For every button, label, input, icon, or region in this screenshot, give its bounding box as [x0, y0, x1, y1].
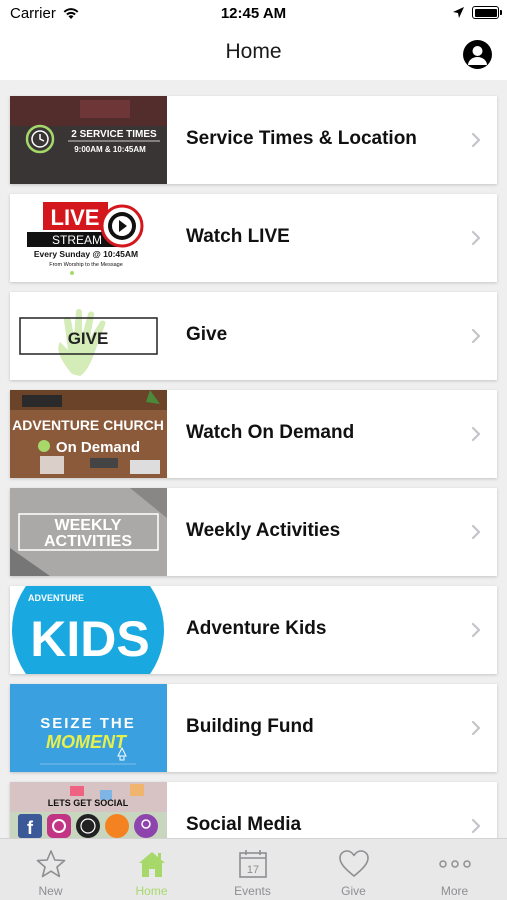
- menu-item-watch-on-demand[interactable]: ADVENTURE CHURCH On Demand Watch On Dema…: [10, 390, 497, 478]
- chevron-right-icon: [471, 132, 481, 148]
- tab-home[interactable]: Home: [101, 839, 202, 900]
- chevron-right-icon: [471, 524, 481, 540]
- menu-item-label: Watch LIVE: [186, 226, 290, 247]
- chevron-right-icon: [471, 818, 481, 834]
- tab-events[interactable]: 17 Events: [202, 839, 303, 900]
- svg-text:MOMENT: MOMENT: [46, 732, 128, 752]
- chevron-right-icon: [471, 328, 481, 344]
- star-icon: [36, 850, 65, 878]
- user-icon: [468, 46, 487, 65]
- chevron-right-icon: [471, 622, 481, 638]
- tab-label: More: [440, 884, 469, 898]
- chevron-right-icon: [471, 426, 481, 442]
- svg-text:9:00AM & 10:45AM: 9:00AM & 10:45AM: [74, 145, 146, 154]
- tab-label: New: [38, 884, 63, 898]
- svg-text:17: 17: [246, 864, 258, 876]
- tab-label: Events: [234, 884, 271, 898]
- svg-text:KIDS: KIDS: [30, 611, 149, 667]
- svg-text:LETS GET SOCIAL: LETS GET SOCIAL: [48, 798, 129, 808]
- menu-item-give[interactable]: GIVE Give: [10, 292, 497, 380]
- give-thumbnail: GIVE: [10, 292, 167, 380]
- svg-text:SEIZE THE: SEIZE THE: [40, 715, 136, 732]
- tab-label: Home: [135, 884, 168, 898]
- location-arrow-icon: [453, 7, 464, 18]
- menu-item-label: Social Media: [186, 814, 302, 835]
- watch-live-thumbnail: LIVE STREAM Every Sunday @ 10:45AM From …: [10, 194, 167, 282]
- menu-item-weekly-activities[interactable]: WEEKLY ACTIVITIES Weekly Activities: [10, 488, 497, 576]
- tab-label: Give: [341, 884, 366, 898]
- battery-icon: [472, 6, 502, 19]
- profile-button[interactable]: [463, 40, 492, 69]
- svg-text:ACTIVITIES: ACTIVITIES: [44, 533, 132, 550]
- menu-item-label: Give: [186, 324, 228, 345]
- weekly-activities-thumbnail: WEEKLY ACTIVITIES: [10, 488, 167, 576]
- chevron-right-icon: [471, 230, 481, 246]
- menu-item-label: Weekly Activities: [186, 520, 341, 541]
- menu-item-service-times[interactable]: 2 SERVICE TIMES 9:00AM & 10:45AM Service…: [10, 96, 497, 184]
- watch-on-demand-thumbnail: ADVENTURE CHURCH On Demand: [10, 390, 167, 478]
- menu-item-adventure-kids[interactable]: ADVENTURE KIDS Adventure Kids: [10, 586, 497, 674]
- svg-text:On Demand: On Demand: [56, 439, 140, 456]
- svg-text:WEEKLY: WEEKLY: [55, 517, 122, 534]
- more-icon: [438, 860, 471, 868]
- social-media-thumbnail: LETS GET SOCIAL f: [10, 782, 167, 838]
- building-fund-thumbnail: SEIZE THE MOMENT: [10, 684, 167, 772]
- svg-text:ADVENTURE CHURCH: ADVENTURE CHURCH: [12, 417, 164, 433]
- navigation-bar: Home: [0, 30, 507, 80]
- svg-text:From Worship to the Message: From Worship to the Message: [49, 262, 123, 268]
- menu-list: 2 SERVICE TIMES 9:00AM & 10:45AM Service…: [0, 80, 507, 838]
- svg-text:STREAM: STREAM: [52, 233, 102, 247]
- adventure-kids-thumbnail: ADVENTURE KIDS: [10, 586, 167, 674]
- menu-item-label: Adventure Kids: [186, 618, 327, 639]
- svg-text:GIVE: GIVE: [68, 329, 109, 348]
- svg-text:ADVENTURE: ADVENTURE: [28, 593, 84, 603]
- menu-item-social-media[interactable]: LETS GET SOCIAL f Social Media: [10, 782, 497, 838]
- status-bar: Carrier 12:45 AM: [0, 0, 507, 30]
- svg-text:2 SERVICE TIMES: 2 SERVICE TIMES: [71, 129, 157, 140]
- menu-item-label: Service Times & Location: [186, 128, 417, 149]
- menu-item-building-fund[interactable]: SEIZE THE MOMENT Building Fund: [10, 684, 497, 772]
- menu-item-label: Watch On Demand: [186, 422, 355, 443]
- status-time: 12:45 AM: [220, 5, 287, 22]
- tab-bar: New Home 17 Events Give More: [0, 838, 507, 900]
- svg-text:LIVE: LIVE: [51, 205, 100, 230]
- heart-icon: [338, 850, 369, 877]
- tab-give[interactable]: Give: [303, 839, 404, 900]
- menu-item-watch-live[interactable]: LIVE STREAM Every Sunday @ 10:45AM From …: [10, 194, 497, 282]
- tab-new[interactable]: New: [0, 839, 101, 900]
- home-icon: [138, 852, 165, 877]
- chevron-right-icon: [471, 720, 481, 736]
- svg-text:f: f: [27, 818, 34, 838]
- service-times-thumbnail: 2 SERVICE TIMES 9:00AM & 10:45AM: [10, 96, 167, 184]
- tab-more[interactable]: More: [404, 839, 505, 900]
- svg-text:Every Sunday @ 10:45AM: Every Sunday @ 10:45AM: [34, 249, 138, 259]
- page-title: Home: [225, 40, 282, 63]
- menu-item-label: Building Fund: [186, 716, 314, 737]
- calendar-icon: 17: [238, 850, 267, 878]
